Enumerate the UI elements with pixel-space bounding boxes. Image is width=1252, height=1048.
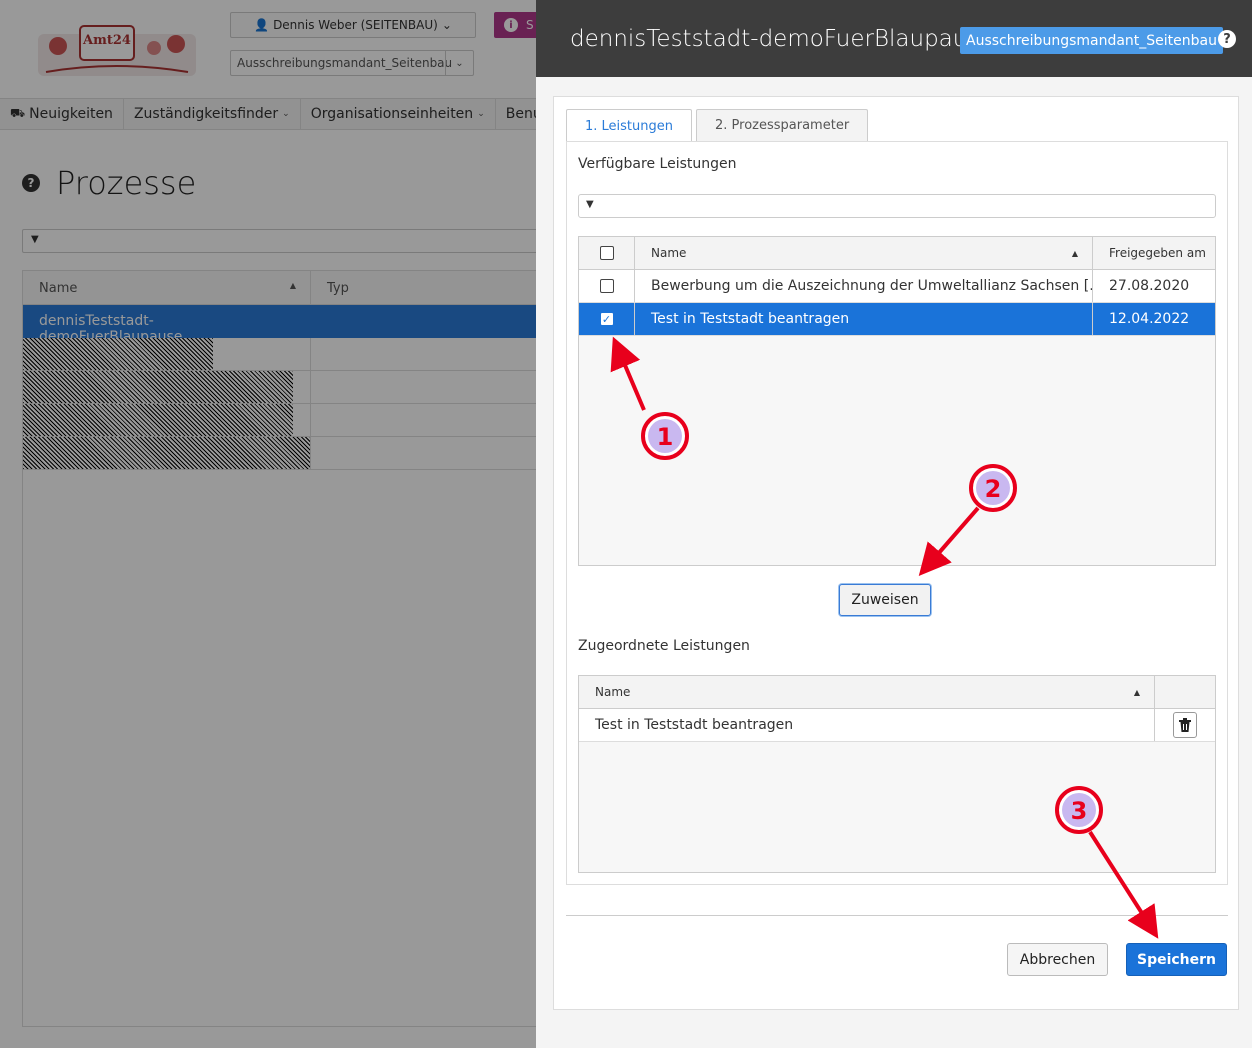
grid-header: Name ▲ Freigegeben am bbox=[579, 237, 1215, 270]
assigned-services-grid: Name ▲ Test in Teststadt beantragen bbox=[578, 675, 1216, 873]
table-row[interactable]: Bewerbung um die Auszeichnung der Umwelt… bbox=[579, 270, 1215, 303]
table-row: Test in Teststadt beantragen bbox=[579, 709, 1215, 742]
table-row-selected[interactable]: ✓ Test in Teststadt beantragen 12.04.202… bbox=[579, 303, 1215, 336]
column-header-label: Name bbox=[651, 246, 687, 260]
tab-content: Verfügbare Leistungen ▼ Name ▲ Freigegeb… bbox=[566, 141, 1228, 885]
assigned-services-label: Zugeordnete Leistungen bbox=[578, 638, 750, 654]
row-name: Test in Teststadt beantragen bbox=[635, 303, 1093, 335]
process-edit-panel: dennisTeststadt-demoFuerBlaupause Aussch… bbox=[536, 0, 1252, 1048]
row-actions bbox=[1155, 709, 1215, 741]
save-button[interactable]: Speichern bbox=[1126, 943, 1227, 976]
tab-leistungen[interactable]: 1. Leistungen bbox=[566, 109, 692, 142]
column-header-label: Freigegeben am bbox=[1109, 246, 1206, 260]
column-header-name[interactable]: Name ▲ bbox=[579, 676, 1155, 708]
column-header-name[interactable]: Name ▲ bbox=[635, 237, 1093, 269]
tab-prozessparameter[interactable]: 2. Prozessparameter bbox=[696, 109, 869, 141]
available-services-grid: Name ▲ Freigegeben am Bewerbung um die A… bbox=[578, 236, 1216, 566]
select-all-cell bbox=[579, 237, 635, 269]
sort-asc-icon: ▲ bbox=[1133, 687, 1140, 697]
row-date: 27.08.2020 bbox=[1109, 278, 1190, 294]
row-name: Test in Teststadt beantragen bbox=[579, 709, 1155, 741]
sort-asc-icon: ▲ bbox=[1071, 248, 1078, 258]
delete-button[interactable] bbox=[1173, 712, 1197, 738]
row-name: Bewerbung um die Auszeichnung der Umwelt… bbox=[635, 270, 1093, 302]
select-all-checkbox[interactable] bbox=[599, 246, 614, 260]
row-checkbox[interactable] bbox=[599, 279, 614, 293]
available-filter-input[interactable]: ▼ bbox=[578, 194, 1216, 218]
panel-title: dennisTeststadt-demoFuerBlaupause bbox=[570, 25, 994, 52]
column-header-date[interactable]: Freigegeben am bbox=[1093, 237, 1215, 269]
cancel-button[interactable]: Abbrechen bbox=[1007, 943, 1108, 976]
row-date: 12.04.2022 bbox=[1109, 311, 1190, 327]
footer-divider bbox=[566, 915, 1228, 916]
row-checkbox-cell: ✓ bbox=[579, 303, 635, 335]
assign-button[interactable]: Zuweisen bbox=[839, 584, 931, 616]
tab-bar: 1. Leistungen 2. Prozessparameter bbox=[566, 109, 869, 142]
row-checkbox-cell bbox=[579, 270, 635, 302]
trash-icon bbox=[1179, 718, 1191, 732]
column-header-label: Name bbox=[595, 685, 631, 699]
panel-card: 1. Leistungen 2. Prozessparameter Verfüg… bbox=[553, 96, 1239, 1010]
column-header-actions bbox=[1155, 676, 1187, 708]
grid-header: Name ▲ bbox=[579, 676, 1215, 709]
mandant-badge: Ausschreibungsmandant_Seitenbau bbox=[960, 27, 1223, 54]
modal-backdrop[interactable] bbox=[0, 0, 536, 1048]
help-icon[interactable]: ? bbox=[1218, 30, 1236, 48]
filter-icon: ▼ bbox=[586, 199, 594, 210]
row-checkbox-checked[interactable]: ✓ bbox=[599, 312, 614, 326]
panel-header: dennisTeststadt-demoFuerBlaupause Aussch… bbox=[536, 0, 1252, 77]
available-services-label: Verfügbare Leistungen bbox=[578, 156, 737, 172]
